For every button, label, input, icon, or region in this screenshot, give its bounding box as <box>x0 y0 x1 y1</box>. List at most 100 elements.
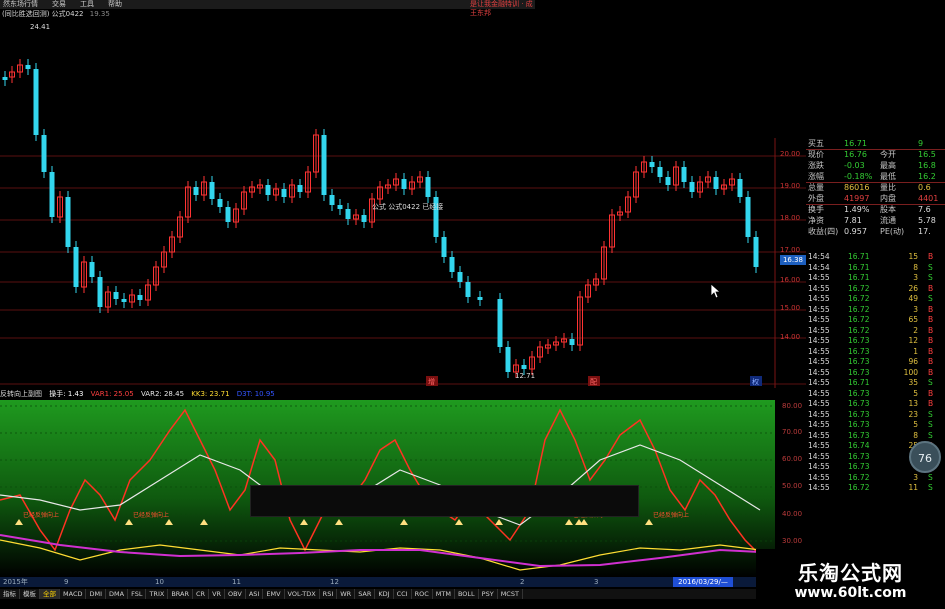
tick-s: B <box>928 357 934 366</box>
menu-tools[interactable]: 工具 <box>80 0 94 9</box>
signal-label: 已经反弹向上 <box>23 511 59 519</box>
indicator-name[interactable]: 反转向上副图 <box>0 390 42 398</box>
quote-v2: 5.78 <box>918 216 936 225</box>
tick-t: 14:55 <box>808 273 830 282</box>
quote-k1: 买五 <box>808 139 824 148</box>
current-date: 2016/03/29/— <box>673 577 733 587</box>
tab-fsl[interactable]: FSL <box>128 589 147 599</box>
high-price-label: 24.41 <box>30 23 50 31</box>
quote-v2: 4401 <box>918 194 939 203</box>
candle-down <box>745 197 751 237</box>
menu-trade[interactable]: 交易 <box>52 0 66 9</box>
tab-vol-tdx[interactable]: VOL-TDX <box>285 589 320 599</box>
menu-bar: 然东场行情 交易 工具 帮助 是让我金融特训 · 成王东邦 <box>0 0 535 17</box>
tick-v: 23 <box>908 409 918 419</box>
tab-kdj[interactable]: KDJ <box>375 589 394 599</box>
tab-psy[interactable]: PSY <box>479 589 498 599</box>
tick-p: 16.72 <box>848 325 870 335</box>
tick-p: 16.72 <box>848 304 870 314</box>
date-year: 2015年 <box>3 578 28 586</box>
candle-down <box>193 187 199 195</box>
tick-p: 16.72 <box>848 315 870 324</box>
candle-down <box>329 195 335 205</box>
tick-p: 16.71 <box>848 378 870 387</box>
tick-s: S <box>928 430 933 440</box>
kline-chart[interactable]: 24.41 12.71 公式 公式0422 已经接 增 配 权 <box>0 18 806 388</box>
tick-row: 14:55 16.71 3 S <box>806 273 945 284</box>
tick-v: 26 <box>908 283 918 293</box>
tick-t: 14:55 <box>808 315 830 324</box>
tick-s: B <box>928 336 934 345</box>
tick-t: 14:55 <box>808 420 830 429</box>
candle-down <box>477 297 483 300</box>
tab-cci[interactable]: CCI <box>394 589 412 599</box>
tick-s: S <box>928 294 933 303</box>
tab-sar[interactable]: SAR <box>355 589 376 599</box>
quote-v2: 16.8 <box>918 161 936 170</box>
tab-vr[interactable]: VR <box>209 589 226 599</box>
tick-row: 14:55 16.73 100 B <box>806 368 945 379</box>
tab-emv[interactable]: EMV <box>263 589 285 599</box>
quote-v2: 16.2 <box>918 172 936 181</box>
indicator-param: D3T: 10.95 <box>236 390 275 398</box>
progress-badge[interactable]: 76 <box>909 441 941 473</box>
quote-k1: 总量 <box>808 183 824 192</box>
watermark-url: www.60lt.com <box>794 585 907 601</box>
tab-brar[interactable]: BRAR <box>168 589 193 599</box>
tick-t: 14:55 <box>808 283 830 293</box>
tab-mcst[interactable]: MCST <box>498 589 523 599</box>
quote-v2: 0.6 <box>918 183 931 192</box>
candle-down <box>649 162 655 167</box>
tab-obv[interactable]: OBV <box>225 589 246 599</box>
tab-模板[interactable]: 模板 <box>20 589 40 599</box>
tab-boll[interactable]: BOLL <box>455 589 479 599</box>
tab-全部[interactable]: 全部 <box>40 589 60 599</box>
tab-cr[interactable]: CR <box>193 589 210 599</box>
tick-p: 16.73 <box>848 357 870 366</box>
tab-dmi[interactable]: DMI <box>86 589 107 599</box>
indicator-param: 操手: 1.43 <box>49 390 84 398</box>
tick-list[interactable]: 14:54 16.71 15 B 14:54 16.71 8 S 14:55 16.71 3 S 14:… <box>806 252 945 548</box>
quote-row: 涨跌 -0.03 最高 16.8 <box>806 160 945 171</box>
tick-t: 14:55 <box>808 472 830 482</box>
tab-rsi[interactable]: RSI <box>320 589 338 599</box>
menubar-notice[interactable]: 是让我金融特训 · 成王东邦 <box>470 0 535 18</box>
tick-row: 14:55 16.72 3 B <box>806 305 945 316</box>
quote-row: 涨幅 -0.18% 最低 16.2 <box>806 171 945 182</box>
tab-mtm[interactable]: MTM <box>433 589 455 599</box>
tick-row: 14:55 16.72 26 B <box>806 284 945 295</box>
indicator-param: KK3: 23.71 <box>191 390 230 398</box>
tab-asi[interactable]: ASI <box>246 589 264 599</box>
candle-down <box>65 197 71 247</box>
menu-help[interactable]: 帮助 <box>108 0 122 9</box>
tick-t: 14:55 <box>808 357 830 366</box>
quote-k2: 最低 <box>880 172 896 181</box>
tab-macd[interactable]: MACD <box>60 589 87 599</box>
event-marker-2: 配 <box>590 378 597 386</box>
date-mark: 2 <box>520 578 525 586</box>
candle-down <box>89 262 95 277</box>
tick-v: 11 <box>908 483 918 492</box>
tick-p: 16.73 <box>848 367 870 377</box>
tab-wr[interactable]: WR <box>337 589 356 599</box>
tick-v: 5 <box>913 388 918 398</box>
candle-down <box>713 177 719 189</box>
tab-trix[interactable]: TRIX <box>146 589 169 599</box>
tick-v: 2 <box>913 325 918 335</box>
quote-v1: 41997 <box>844 194 870 203</box>
tab-roc[interactable]: ROC <box>412 589 433 599</box>
candle-down <box>297 185 303 192</box>
tick-row: 14:55 16.71 35 S <box>806 378 945 389</box>
candle-down <box>2 77 8 80</box>
indicator-param: VAR1: 25.05 <box>90 390 134 398</box>
tab-dma[interactable]: DMA <box>106 589 129 599</box>
tick-p: 16.71 <box>848 252 870 261</box>
tab-指标[interactable]: 指标 <box>0 589 20 599</box>
tick-v: 100 <box>903 367 918 377</box>
candle-down <box>657 167 663 177</box>
candle-down <box>569 339 575 345</box>
indicator-tick: 40.00 <box>782 510 803 518</box>
candle-down <box>137 295 143 300</box>
menu-market[interactable]: 然东场行情 <box>3 0 38 9</box>
quote-k1: 涨跌 <box>808 161 824 170</box>
